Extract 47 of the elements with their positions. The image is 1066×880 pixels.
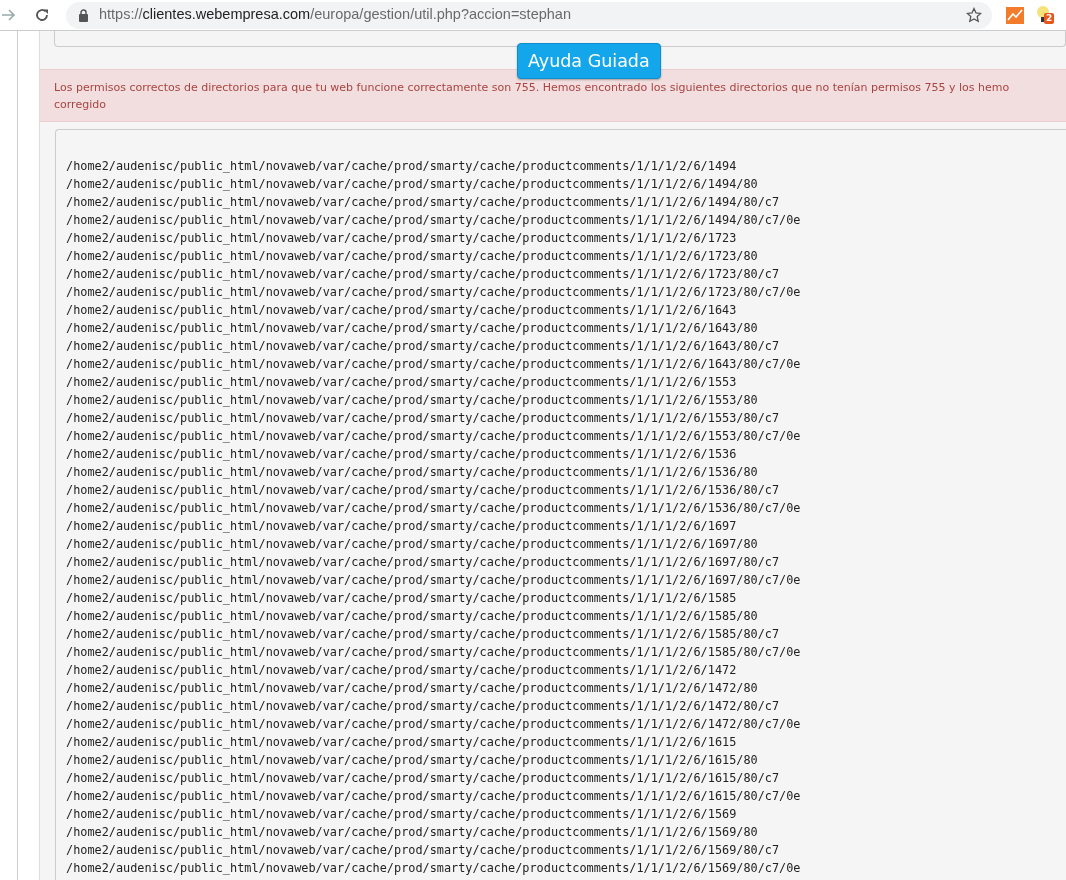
directory-path: /home2/audenisc/public_html/novaweb/var/cache/prod/smarty/cache/productcomments/1/1/1/2/6/1569/80/c7/0e (66, 860, 802, 877)
lock-icon (78, 8, 89, 22)
directory-path: /home2/audenisc/public_html/novaweb/var/cache/prod/smarty/cache/productcomments/1/1/1/2/6/1643 (66, 302, 738, 319)
notification-badge: 2 (1044, 13, 1055, 24)
directory-path: /home2/audenisc/public_html/novaweb/var/cache/prod/smarty/cache/productcomments/1/1/1/2/6/1472/80 (66, 680, 759, 697)
directory-path: /home2/audenisc/public_html/novaweb/var/cache/prod/smarty/cache/productcomments/1/1/1/2/6/1585/80 (66, 608, 759, 625)
directory-path: /home2/audenisc/public_html/novaweb/var/cache/prod/smarty/cache/productcomments/1/1/1/2/6/1697/80/c7 (66, 554, 781, 571)
directory-path: /home2/audenisc/public_html/novaweb/var/cache/prod/smarty/cache/productcomments/1/1/1/2/6/1553/80/c7/0e (66, 428, 802, 445)
directory-path: /home2/audenisc/public_html/novaweb/var/cache/prod/smarty/cache/productcomments/1/1/1/2/6/1615 (66, 734, 738, 751)
directory-path: /home2/audenisc/public_html/novaweb/var/cache/prod/smarty/cache/productcomments/1/1/1/2/6/1697 (66, 518, 738, 535)
directory-path: /home2/audenisc/public_html/novaweb/var/cache/prod/smarty/cache/productcomments/1/1/1/2/6/1536/80 (66, 464, 759, 481)
directory-path: /home2/audenisc/public_html/novaweb/var/cache/prod/smarty/cache/productcomments/1/1/1/2/6/1472/80/c7 (66, 698, 781, 715)
directory-path: /home2/audenisc/public_html/novaweb/var/cache/prod/smarty/cache/productcomments/1/1/1/2/6/1643/80/c7 (66, 338, 781, 355)
directory-path: /home2/audenisc/public_html/novaweb/var/cache/prod/smarty/cache/productcomments/1/1/1/2/6/1723/80/c7/0e (66, 284, 802, 301)
directory-path: /home2/audenisc/public_html/novaweb/var/cache/prod/smarty/cache/productcomments/1/1/1/2/6/1697/80 (66, 536, 759, 553)
address-bar[interactable]: https://clientes.webempresa.com/europa/gestion/util.php?accion=stephan (66, 1, 992, 29)
star-icon[interactable] (966, 7, 982, 23)
directory-path: /home2/audenisc/public_html/novaweb/var/cache/prod/smarty/cache/productcomments/1/1/1/2/6/1615/80/c7/0e (66, 788, 802, 805)
directory-path: /home2/audenisc/public_html/novaweb/var/cache/prod/smarty/cache/productcomments/1/1/1/2/6/1585/80/c7 (66, 626, 781, 643)
directory-path: /home2/audenisc/public_html/novaweb/var/cache/prod/smarty/cache/productcomments/1/1/1/2/6/1723 (66, 230, 738, 247)
directory-path: /home2/audenisc/public_html/novaweb/var/cache/prod/smarty/cache/productcomments/1/1/1/2/6/1536/80/c7/0e (66, 500, 802, 517)
directory-path: /home2/audenisc/public_html/novaweb/var/cache/prod/smarty/cache/productcomments/1/1/1/2/6/1569/80 (66, 824, 759, 841)
directory-path: /home2/audenisc/public_html/novaweb/var/cache/prod/smarty/cache/productcomments/1/1/1/2/6/1643/80 (66, 320, 759, 337)
directory-path: /home2/audenisc/public_html/novaweb/var/cache/prod/smarty/cache/productcomments/1/1/1/2/6/1494 (66, 158, 738, 175)
directory-path: /home2/audenisc/public_html/novaweb/var/cache/prod/smarty/cache/productcomments/1/1/1/2/6/1536 (66, 446, 738, 463)
directory-path: /home2/audenisc/public_html/novaweb/var/cache/prod/smarty/cache/productcomments/1/1/1/2/6/1536/80/c7 (66, 482, 781, 499)
directory-path: /home2/audenisc/public_html/novaweb/var/cache/prod/smarty/cache/productcomments/1/1/1/2/6/1494/80 (66, 176, 759, 193)
directory-path: /home2/audenisc/public_html/novaweb/var/cache/prod/smarty/cache/productcomments/1/1/1/2/6/1494/80/c7 (66, 194, 781, 211)
directory-path: /home2/audenisc/public_html/novaweb/var/cache/prod/smarty/cache/productcomments/1/1/1/2/6/1472/80/c7/0e (66, 716, 802, 733)
directory-path: /home2/audenisc/public_html/novaweb/var/cache/prod/smarty/cache/productcomments/1/1/1/2/6/1494/80/c7/0e (66, 212, 802, 229)
directory-path: /home2/audenisc/public_html/novaweb/var/cache/prod/smarty/cache/productcomments/1/1/1/2/6/1569 (66, 806, 738, 823)
directory-path: /home2/audenisc/public_html/novaweb/var/cache/prod/smarty/cache/productcomments/1/1/1/2/6/1723/80/c7 (66, 266, 781, 283)
directory-path: /home2/audenisc/public_html/novaweb/var/cache/prod/smarty/cache/productcomments/1/1/1/2/6/1553/80 (66, 392, 759, 409)
directory-path: /home2/audenisc/public_html/novaweb/var/cache/prod/smarty/cache/productcomments/1/1/1/2/6/1615/80/c7 (66, 770, 781, 787)
directory-path: /home2/audenisc/public_html/novaweb/var/cache/prod/smarty/cache/productcomments/1/1/1/2/6/1553 (66, 374, 738, 391)
directory-path: /home2/audenisc/public_html/novaweb/var/cache/prod/smarty/cache/productcomments/1/1/1/2/6/1723/80 (66, 248, 759, 265)
directory-path: /home2/audenisc/public_html/novaweb/var/cache/prod/smarty/cache/productcomments/1/1/1/2/6/1472 (66, 662, 738, 679)
url-text: https://clientes.webempresa.com/europa/gestion/util.php?accion=stephan (99, 5, 571, 25)
reload-icon[interactable] (34, 7, 50, 23)
directory-path: /home2/audenisc/public_html/novaweb/var/cache/prod/smarty/cache/productcomments/1/1/1/2/6/1553/80/c7 (66, 410, 781, 427)
directory-path: /home2/audenisc/public_html/novaweb/var/cache/prod/smarty/cache/productcomments/1/1/1/2/6/1585/80/c7/0e (66, 644, 802, 661)
directory-path: /home2/audenisc/public_html/novaweb/var/cache/prod/smarty/cache/productcomments/1/1/1/2/6/1585 (66, 590, 738, 607)
directory-path: /home2/audenisc/public_html/novaweb/var/cache/prod/smarty/cache/productcomments/1/1/1/2/6/1569/80/c7 (66, 842, 781, 859)
directory-path: /home2/audenisc/public_html/novaweb/var/cache/prod/smarty/cache/productcomments/1/1/1/2/6/1643/80/c7/0e (66, 356, 802, 373)
chart-extension-icon[interactable] (1006, 6, 1024, 24)
directory-path: /home2/audenisc/public_html/novaweb/var/cache/prod/smarty/cache/productcomments/1/1/1/2/6/1697/80/c7/0e (66, 572, 802, 589)
directory-path: /home2/audenisc/public_html/novaweb/var/cache/prod/smarty/cache/productcomments/1/1/1/2/6/1615/80 (66, 752, 759, 769)
